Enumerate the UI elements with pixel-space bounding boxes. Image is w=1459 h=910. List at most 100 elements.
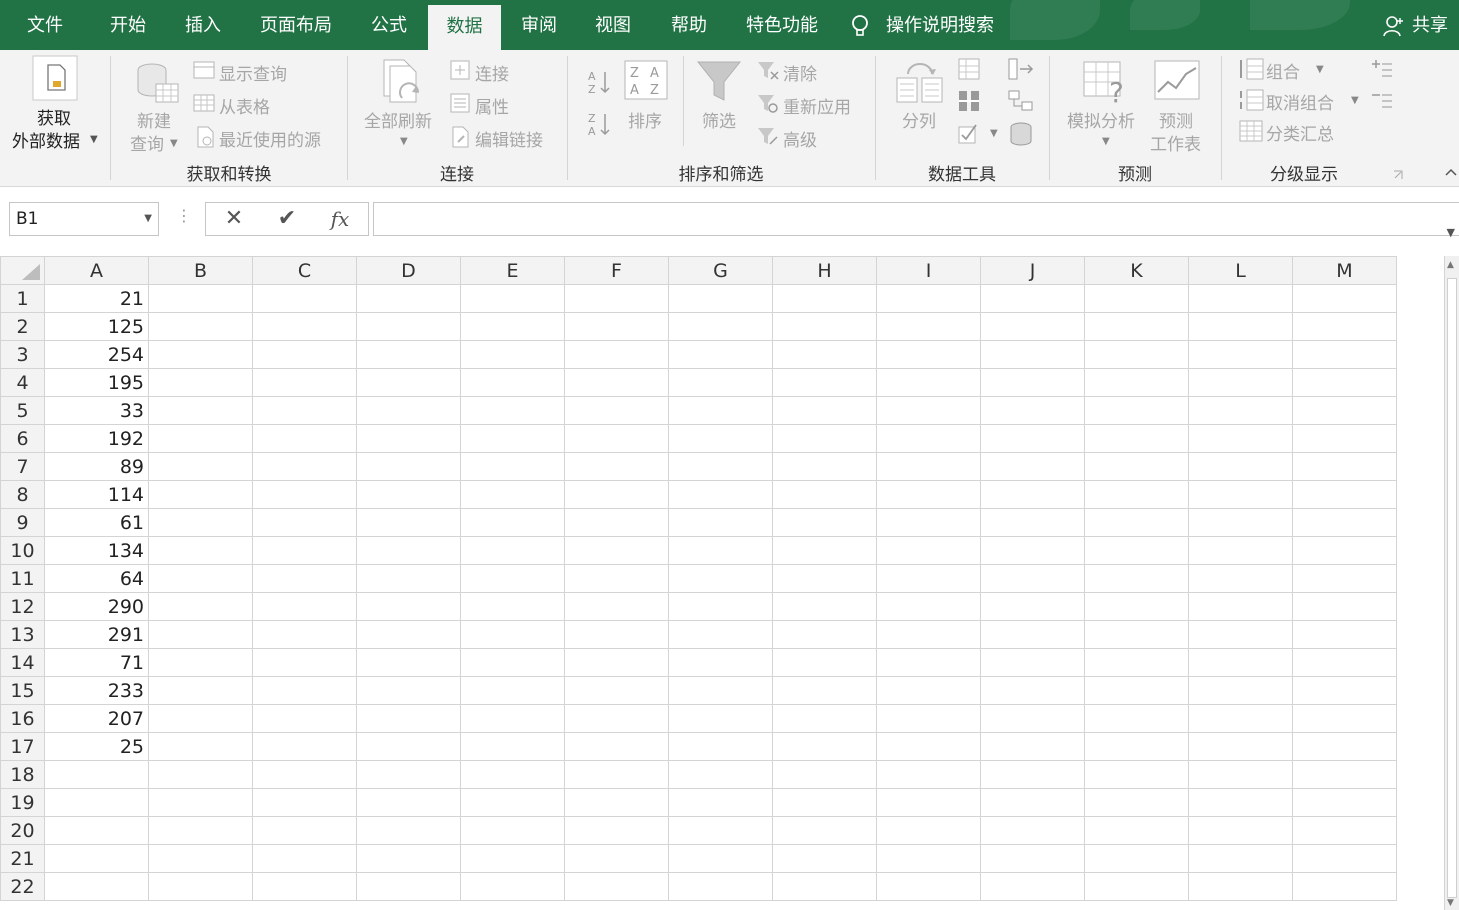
cell-b14[interactable] <box>148 648 253 677</box>
cell-l9[interactable] <box>1188 508 1293 537</box>
cell-a19[interactable] <box>44 788 149 817</box>
share-button[interactable]: 共享 <box>1382 0 1448 50</box>
cell-c5[interactable] <box>252 396 357 425</box>
cell-j18[interactable] <box>980 760 1085 789</box>
cell-j14[interactable] <box>980 648 1085 677</box>
cell-e19[interactable] <box>460 788 565 817</box>
cell-h20[interactable] <box>772 816 877 845</box>
cell-f12[interactable] <box>564 592 669 621</box>
cell-l15[interactable] <box>1188 676 1293 705</box>
cell-m19[interactable] <box>1292 788 1397 817</box>
row-header[interactable]: 19 <box>0 788 45 817</box>
cell-e5[interactable] <box>460 396 565 425</box>
cell-g16[interactable] <box>668 704 773 733</box>
cell-g13[interactable] <box>668 620 773 649</box>
cell-h8[interactable] <box>772 480 877 509</box>
row-header[interactable]: 7 <box>0 452 45 481</box>
cell-a11[interactable]: 64 <box>44 564 149 593</box>
vertical-scrollbar[interactable]: ▲ ▼ <box>1444 256 1459 910</box>
tab-data[interactable]: 数据 <box>428 5 501 50</box>
cell-i18[interactable] <box>876 760 981 789</box>
row-header[interactable]: 17 <box>0 732 45 761</box>
cell-l8[interactable] <box>1188 480 1293 509</box>
cell-m8[interactable] <box>1292 480 1397 509</box>
column-header-m[interactable]: M <box>1292 256 1397 285</box>
cell-c18[interactable] <box>252 760 357 789</box>
cell-k6[interactable] <box>1084 424 1189 453</box>
cell-c15[interactable] <box>252 676 357 705</box>
cell-h12[interactable] <box>772 592 877 621</box>
column-header-f[interactable]: F <box>564 256 669 285</box>
hide-detail-icon[interactable] <box>1370 89 1394 111</box>
cell-g1[interactable] <box>668 284 773 313</box>
tab-special-features[interactable]: 特色功能 <box>732 0 832 50</box>
row-header[interactable]: 14 <box>0 648 45 677</box>
cell-m13[interactable] <box>1292 620 1397 649</box>
cell-a12[interactable]: 290 <box>44 592 149 621</box>
cell-c12[interactable] <box>252 592 357 621</box>
cell-f11[interactable] <box>564 564 669 593</box>
cell-k17[interactable] <box>1084 732 1189 761</box>
cell-b9[interactable] <box>148 508 253 537</box>
column-header-d[interactable]: D <box>356 256 461 285</box>
cell-c19[interactable] <box>252 788 357 817</box>
cell-m18[interactable] <box>1292 760 1397 789</box>
cell-k7[interactable] <box>1084 452 1189 481</box>
cell-e3[interactable] <box>460 340 565 369</box>
cell-h6[interactable] <box>772 424 877 453</box>
cell-i9[interactable] <box>876 508 981 537</box>
cell-g4[interactable] <box>668 368 773 397</box>
cell-b13[interactable] <box>148 620 253 649</box>
cell-a20[interactable] <box>44 816 149 845</box>
tell-me-search[interactable]: 操作说明搜索 <box>850 0 994 50</box>
column-header-a[interactable]: A <box>44 256 149 285</box>
cell-l16[interactable] <box>1188 704 1293 733</box>
cell-e9[interactable] <box>460 508 565 537</box>
cell-d11[interactable] <box>356 564 461 593</box>
cell-a7[interactable]: 89 <box>44 452 149 481</box>
cell-c4[interactable] <box>252 368 357 397</box>
cell-j15[interactable] <box>980 676 1085 705</box>
cell-b5[interactable] <box>148 396 253 425</box>
row-header[interactable]: 12 <box>0 592 45 621</box>
cell-h16[interactable] <box>772 704 877 733</box>
cell-l5[interactable] <box>1188 396 1293 425</box>
cell-f16[interactable] <box>564 704 669 733</box>
cell-m10[interactable] <box>1292 536 1397 565</box>
row-header[interactable]: 10 <box>0 536 45 565</box>
cell-b6[interactable] <box>148 424 253 453</box>
row-header[interactable]: 15 <box>0 676 45 705</box>
cell-b15[interactable] <box>148 676 253 705</box>
cell-m2[interactable] <box>1292 312 1397 341</box>
cell-c3[interactable] <box>252 340 357 369</box>
cell-f13[interactable] <box>564 620 669 649</box>
cell-a22[interactable] <box>44 872 149 901</box>
cell-j7[interactable] <box>980 452 1085 481</box>
cell-c22[interactable] <box>252 872 357 901</box>
show-queries-button[interactable]: 显示查询 <box>219 60 287 85</box>
cell-g12[interactable] <box>668 592 773 621</box>
cell-m14[interactable] <box>1292 648 1397 677</box>
subtotal-button[interactable]: 分类汇总 <box>1266 120 1334 145</box>
cell-d5[interactable] <box>356 396 461 425</box>
row-header[interactable]: 5 <box>0 396 45 425</box>
cell-m21[interactable] <box>1292 844 1397 873</box>
cell-b12[interactable] <box>148 592 253 621</box>
formula-input[interactable] <box>373 202 1459 236</box>
cell-e11[interactable] <box>460 564 565 593</box>
cell-f4[interactable] <box>564 368 669 397</box>
row-header[interactable]: 13 <box>0 620 45 649</box>
cell-l3[interactable] <box>1188 340 1293 369</box>
enter-check-icon[interactable]: ✔ <box>267 203 307 235</box>
cell-g22[interactable] <box>668 872 773 901</box>
cell-a21[interactable] <box>44 844 149 873</box>
cell-c7[interactable] <box>252 452 357 481</box>
cell-h14[interactable] <box>772 648 877 677</box>
row-header[interactable]: 6 <box>0 424 45 453</box>
sort-button[interactable]: 排序 <box>628 107 662 132</box>
ungroup-button[interactable]: 取消组合 <box>1266 89 1334 114</box>
cell-e17[interactable] <box>460 732 565 761</box>
cell-j6[interactable] <box>980 424 1085 453</box>
cell-k11[interactable] <box>1084 564 1189 593</box>
cell-i20[interactable] <box>876 816 981 845</box>
